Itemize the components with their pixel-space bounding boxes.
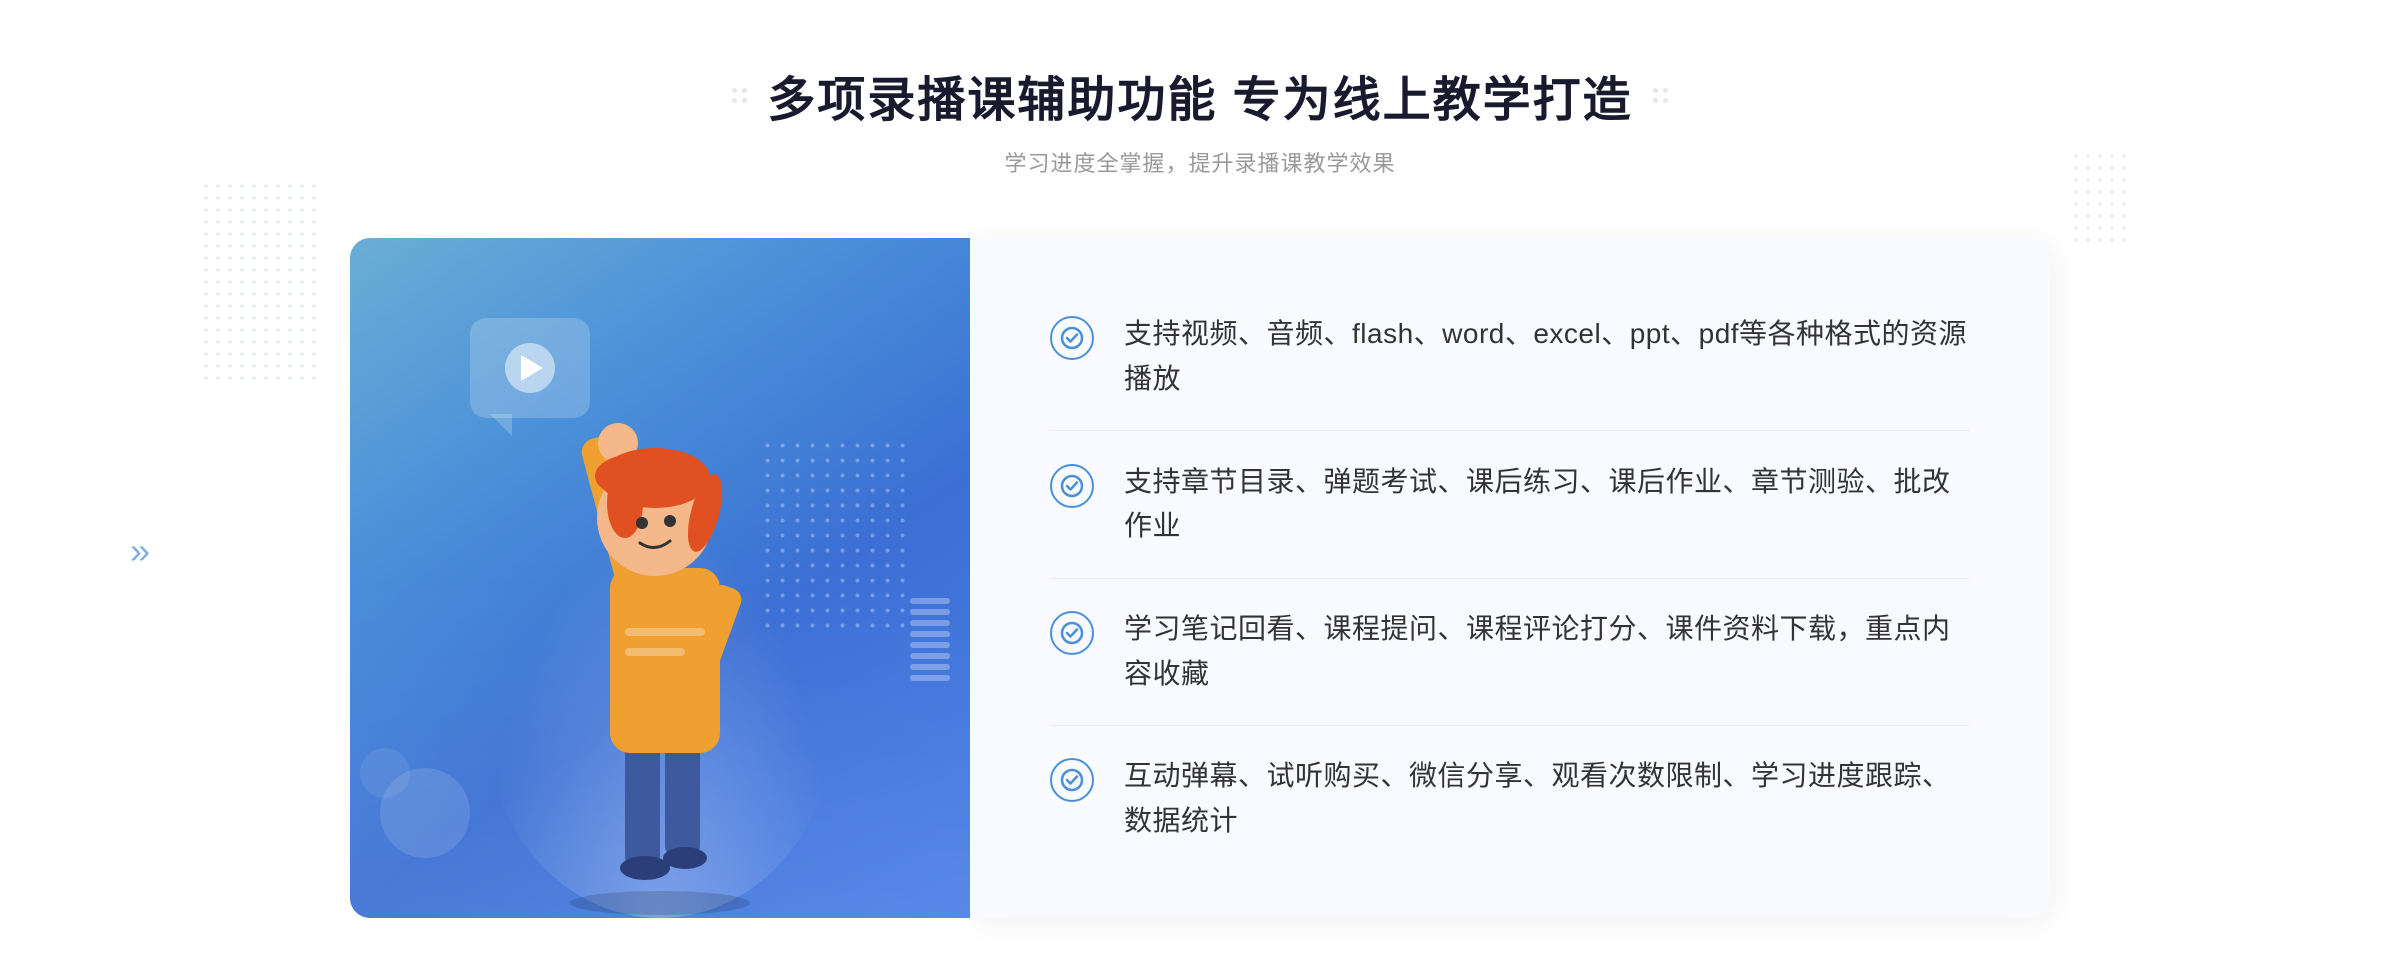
stripe-4 (910, 631, 950, 637)
feature-item-1: 支持视频、音频、flash、word、excel、ppt、pdf等各种格式的资源… (1050, 292, 1970, 422)
stripe-7 (910, 664, 950, 670)
stripe-1 (910, 598, 950, 604)
person-illustration (470, 358, 850, 918)
divider-1 (1050, 430, 1970, 431)
header-decoration: 多项录播课辅助功能 专为线上教学打造 (732, 60, 1667, 130)
header-dots-left (732, 88, 747, 103)
divider-2 (1050, 578, 1970, 579)
check-icon-3 (1050, 611, 1094, 655)
stripe-8 (910, 675, 950, 681)
page-subtitle: 学习进度全掌握，提升录播课教学效果 (732, 146, 1667, 178)
check-circle-4 (1050, 758, 1094, 802)
stripe-6 (910, 653, 950, 659)
stripe-3 (910, 620, 950, 626)
decorative-dots-left (200, 180, 320, 380)
check-circle-3 (1050, 611, 1094, 655)
stripe-5 (910, 642, 950, 648)
features-panel: 支持视频、音频、flash、word、excel、ppt、pdf等各种格式的资源… (970, 238, 2050, 918)
feature-text-1: 支持视频、音频、flash、word、excel、ppt、pdf等各种格式的资源… (1124, 312, 1970, 402)
page-title: 多项录播课辅助功能 专为线上教学打造 (767, 60, 1632, 130)
feature-text-4: 互动弹幕、试听购买、微信分享、观看次数限制、学习进度跟踪、数据统计 (1124, 754, 1970, 844)
header-dots-right (1653, 88, 1668, 103)
header-section: 多项录播课辅助功能 专为线上教学打造 学习进度全掌握，提升录播课教学效果 (732, 60, 1667, 178)
check-circle-1 (1050, 316, 1094, 360)
illustration-panel (350, 238, 970, 918)
striped-bar (910, 598, 950, 718)
content-area: 支持视频、音频、flash、word、excel、ppt、pdf等各种格式的资源… (350, 238, 2050, 918)
feature-item-2: 支持章节目录、弹题考试、课后练习、课后作业、章节测验、批改作业 (1050, 440, 1970, 570)
check-icon-1 (1050, 316, 1094, 360)
deco-circle-small (360, 748, 410, 798)
arrow-left-decoration: » (130, 530, 150, 572)
feature-item-3: 学习笔记回看、课程提问、课程评论打分、课件资料下载，重点内容收藏 (1050, 587, 1970, 717)
check-icon-2 (1050, 464, 1094, 508)
feature-text-2: 支持章节目录、弹题考试、课后练习、课后作业、章节测验、批改作业 (1124, 460, 1970, 550)
divider-3 (1050, 725, 1970, 726)
check-icon-4 (1050, 758, 1094, 802)
feature-item-4: 互动弹幕、试听购买、微信分享、观看次数限制、学习进度跟踪、数据统计 (1050, 734, 1970, 864)
stripe-2 (910, 609, 950, 615)
feature-text-3: 学习笔记回看、课程提问、课程评论打分、课件资料下载，重点内容收藏 (1124, 607, 1970, 697)
decorative-dots-right (2070, 150, 2130, 250)
check-circle-2 (1050, 464, 1094, 508)
page-container: » 多项录播课辅助功能 专为线上教学打造 学习进度全掌握，提升录播课教学效果 (0, 0, 2400, 974)
